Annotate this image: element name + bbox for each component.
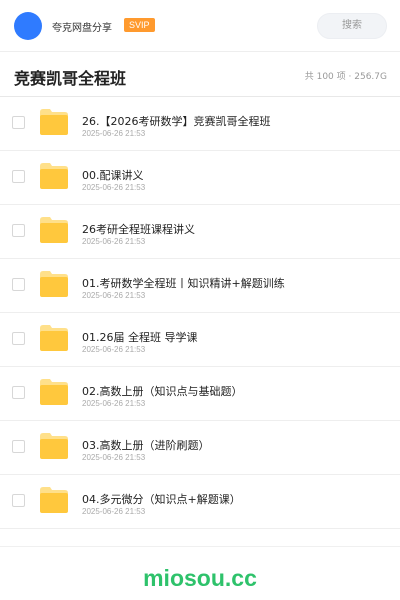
select-checkbox[interactable]: [12, 494, 25, 507]
file-row[interactable]: 04.多元微分（知识点+解题课） 2025-06-26 21:53: [0, 475, 400, 529]
file-name[interactable]: 00.配课讲义: [82, 167, 144, 183]
avatar[interactable]: [14, 12, 42, 40]
file-name[interactable]: 26.【2026考研数学】竞赛凯哥全程班: [82, 113, 271, 129]
header: 夸克网盘分享 SVIP 搜索: [0, 0, 400, 52]
file-date: 2025-06-26 21:53: [82, 237, 146, 246]
footer: miosou.cc: [0, 546, 400, 600]
file-date: 2025-06-26 21:53: [82, 345, 146, 354]
file-row[interactable]: 26考研全程班课程讲义 2025-06-26 21:53: [0, 205, 400, 259]
folder-icon: [40, 487, 68, 513]
file-row[interactable]: 00.配课讲义 2025-06-26 21:53: [0, 151, 400, 205]
page-title: 竞赛凯哥全程班: [14, 69, 127, 88]
file-name[interactable]: 01.考研数学全程班丨知识精讲+解题训练: [82, 275, 285, 291]
select-checkbox[interactable]: [12, 170, 25, 183]
file-name[interactable]: 01.26届 全程班 导学课: [82, 329, 197, 345]
file-date: 2025-06-26 21:53: [82, 183, 146, 192]
select-checkbox[interactable]: [12, 332, 25, 345]
select-checkbox[interactable]: [12, 224, 25, 237]
file-row[interactable]: 01.26届 全程班 导学课 2025-06-26 21:53: [0, 313, 400, 367]
folder-icon: [40, 163, 68, 189]
watermark: miosou.cc: [143, 565, 257, 591]
file-row[interactable]: 03.高数上册（进阶刷题） 2025-06-26 21:53: [0, 421, 400, 475]
file-name[interactable]: 04.多元微分（知识点+解题课）: [82, 491, 241, 507]
folder-icon: [40, 109, 68, 135]
username: 夸克网盘分享: [52, 23, 112, 34]
search-input[interactable]: 搜索: [317, 13, 387, 39]
file-name[interactable]: 03.高数上册（进阶刷题）: [82, 437, 210, 453]
item-count: 共 100 项: [304, 72, 346, 82]
folder-icon: [40, 271, 68, 297]
folder-summary: 共 100 项 · 256.7G: [305, 69, 387, 82]
app: 夸克网盘分享 SVIP 搜索 竞赛凯哥全程班 共 100 项 · 256.7G …: [0, 0, 400, 600]
file-name[interactable]: 02.高数上册（知识点与基础题）: [82, 383, 243, 399]
folder-icon: [40, 325, 68, 351]
vip-badge: SVIP: [124, 18, 155, 32]
file-list: 26.【2026考研数学】竞赛凯哥全程班 2025-06-26 21:53 00…: [0, 97, 400, 529]
file-date: 2025-06-26 21:53: [82, 129, 146, 138]
file-row[interactable]: 02.高数上册（知识点与基础题） 2025-06-26 21:53: [0, 367, 400, 421]
total-size: 256.7G: [354, 72, 387, 82]
select-checkbox[interactable]: [12, 386, 25, 399]
select-checkbox[interactable]: [12, 440, 25, 453]
file-name[interactable]: 26考研全程班课程讲义: [82, 221, 195, 237]
file-date: 2025-06-26 21:53: [82, 453, 146, 462]
select-checkbox[interactable]: [12, 116, 25, 129]
file-date: 2025-06-26 21:53: [82, 507, 146, 516]
folder-icon: [40, 379, 68, 405]
file-date: 2025-06-26 21:53: [82, 291, 146, 300]
select-checkbox[interactable]: [12, 278, 25, 291]
file-date: 2025-06-26 21:53: [82, 399, 146, 408]
folder-icon: [40, 433, 68, 459]
folder-icon: [40, 217, 68, 243]
file-row[interactable]: 26.【2026考研数学】竞赛凯哥全程班 2025-06-26 21:53: [0, 97, 400, 151]
title-bar: 竞赛凯哥全程班 共 100 项 · 256.7G: [0, 53, 400, 97]
file-row[interactable]: 01.考研数学全程班丨知识精讲+解题训练 2025-06-26 21:53: [0, 259, 400, 313]
